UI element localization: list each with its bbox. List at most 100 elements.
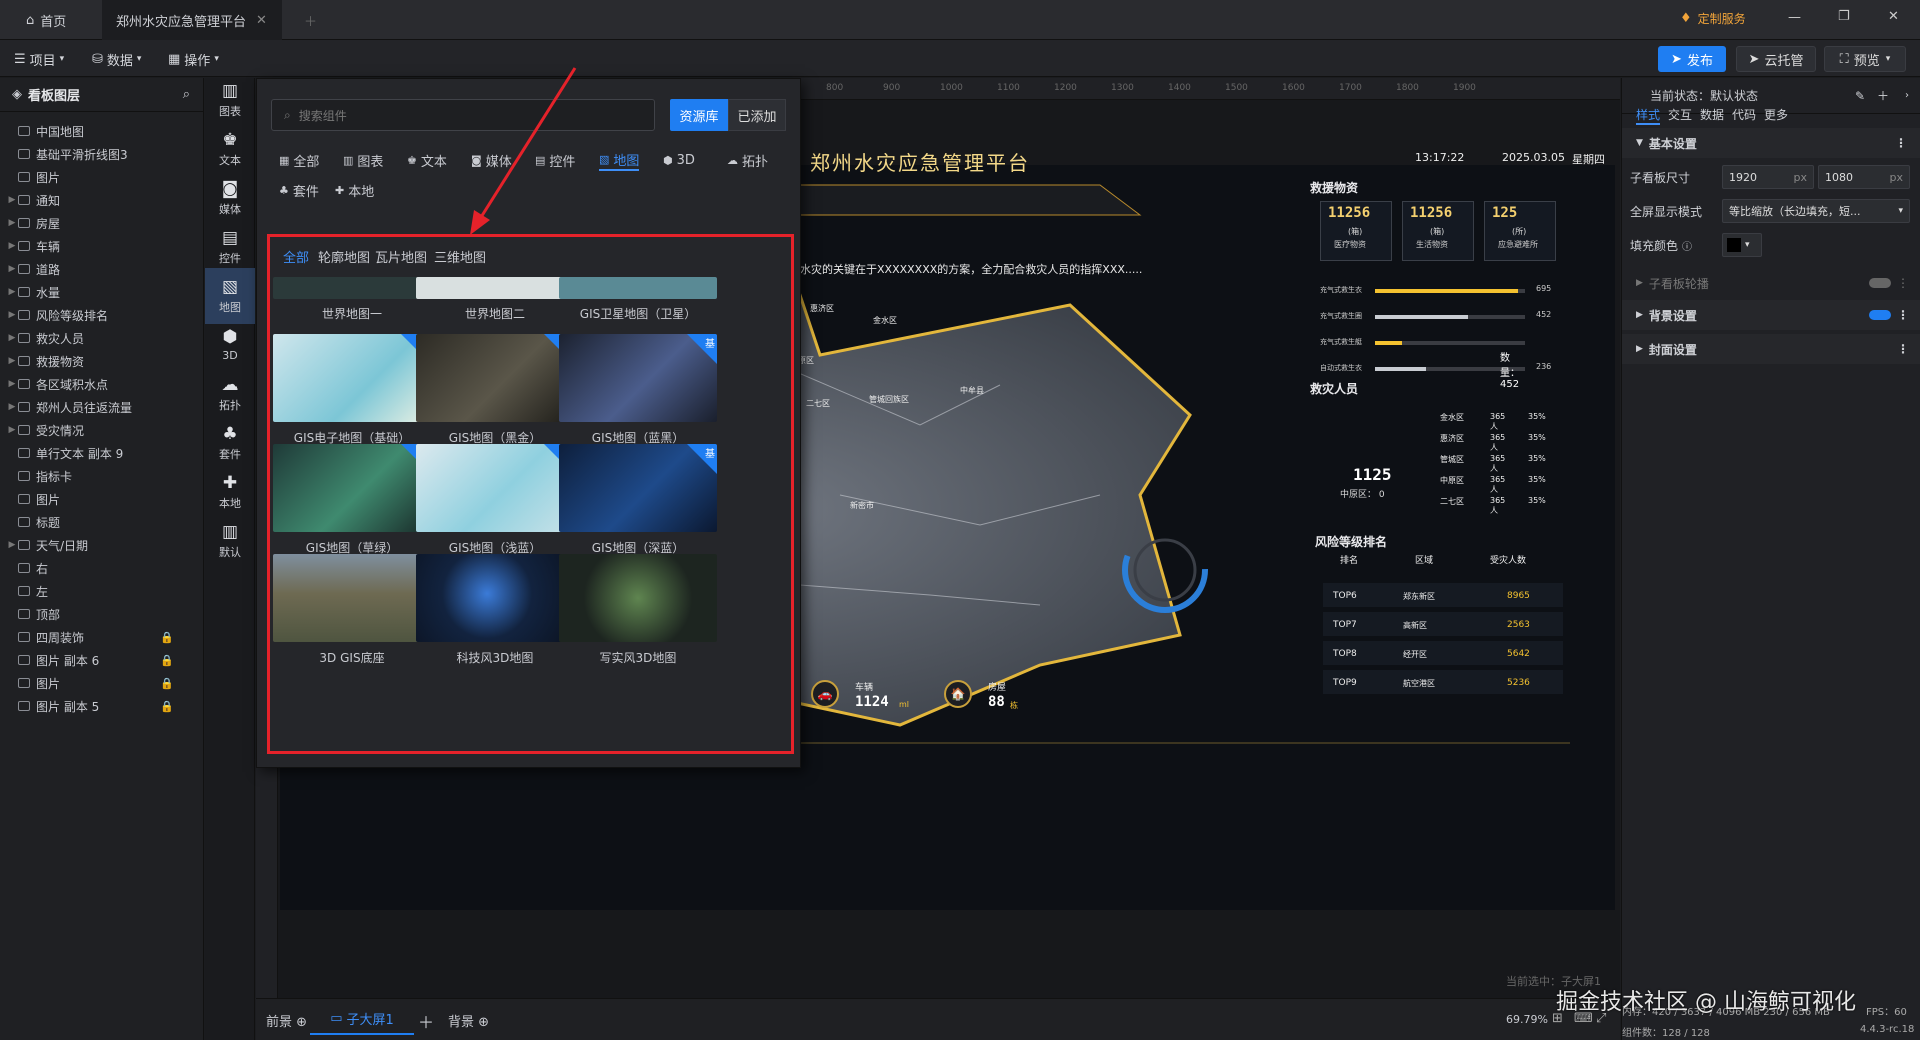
library-tab[interactable]: 资源库 bbox=[670, 99, 728, 131]
map-thumbnail-partial[interactable] bbox=[559, 277, 717, 299]
lock-icon[interactable]: 🔒 bbox=[160, 631, 174, 644]
property-tab[interactable]: 更多 bbox=[1764, 106, 1788, 123]
map-card-thumbnail[interactable]: 基 bbox=[559, 444, 717, 532]
category-tab[interactable]: ♚ 文本 bbox=[407, 149, 447, 171]
close-window-icon[interactable]: ✕ bbox=[1888, 9, 1899, 24]
minimize-icon[interactable]: — bbox=[1788, 10, 1801, 25]
map-card-thumbnail[interactable] bbox=[559, 554, 717, 642]
category-chart[interactable]: ▥ 图表 bbox=[205, 72, 255, 128]
map-card-thumbnail[interactable]: 基 bbox=[559, 334, 717, 422]
cloud-button[interactable]: ➤ 云托管 bbox=[1736, 46, 1816, 72]
category-tab[interactable]: ⬢ 3D bbox=[663, 149, 695, 171]
toggle-on[interactable] bbox=[1869, 310, 1891, 320]
project-menu[interactable]: ☰ 项目 ▾ bbox=[14, 48, 64, 70]
layer-label: 顶部 bbox=[36, 607, 61, 622]
edit-icon[interactable]: ✎ bbox=[1855, 89, 1865, 103]
map-card-thumbnail[interactable]: 基 bbox=[273, 444, 431, 532]
expand-caret-icon[interactable]: ▶ bbox=[6, 218, 18, 228]
property-tab[interactable]: 数据 bbox=[1700, 106, 1724, 123]
property-tab[interactable]: 代码 bbox=[1732, 106, 1756, 123]
category-default[interactable]: ▥ 默认 bbox=[205, 513, 255, 569]
expand-caret-icon[interactable]: ▶ bbox=[6, 310, 18, 320]
operate-menu[interactable]: ▦ 操作 ▾ bbox=[168, 48, 219, 70]
add-screen-button[interactable]: ＋ bbox=[418, 1009, 434, 1033]
map-subtab[interactable]: 全部 bbox=[283, 247, 309, 266]
sub-carousel-row[interactable]: ▶ 子看板轮播 ⋮ bbox=[1622, 268, 1920, 298]
category-tab[interactable]: ♣ 套件 bbox=[279, 179, 319, 201]
home-tab[interactable]: ⌂ 首页 bbox=[12, 0, 80, 40]
more-icon[interactable]: ⋮ bbox=[1897, 342, 1909, 356]
map-subtab[interactable]: 瓦片地图 bbox=[375, 247, 427, 266]
map-card-thumbnail[interactable]: 基 bbox=[416, 334, 574, 422]
map-thumbnail-partial[interactable] bbox=[416, 277, 574, 299]
category-tab[interactable]: ✚ 本地 bbox=[335, 179, 374, 201]
bg-settings-row[interactable]: ▶ 背景设置 ⋮ bbox=[1622, 300, 1920, 330]
fill-color-picker[interactable]: ▾ bbox=[1722, 233, 1762, 257]
category-puzzle[interactable]: ✚ 本地 bbox=[205, 464, 255, 520]
map-card-thumbnail[interactable]: 基 bbox=[416, 444, 574, 532]
publish-button[interactable]: ➤ 发布 bbox=[1658, 46, 1726, 72]
search-icon[interactable]: ⌕ bbox=[183, 87, 190, 102]
data-menu[interactable]: ⛁ 数据 ▾ bbox=[92, 48, 141, 70]
restore-icon[interactable]: ❐ bbox=[1838, 9, 1850, 24]
more-icon[interactable]: ⋮ bbox=[1897, 308, 1909, 322]
sub-screen-label: 子大屏1 bbox=[346, 1012, 394, 1028]
lock-icon[interactable]: 🔒 bbox=[160, 677, 174, 690]
lock-icon[interactable]: 🔒 bbox=[160, 700, 174, 713]
map-card-thumbnail[interactable]: 基 bbox=[273, 334, 431, 422]
map-subtab[interactable]: 轮廓地图 bbox=[318, 247, 370, 266]
expand-caret-icon[interactable]: ▶ bbox=[6, 287, 18, 297]
toggle-off[interactable] bbox=[1869, 278, 1891, 288]
category-tab[interactable]: ▧ 地图 bbox=[599, 149, 640, 171]
property-tab[interactable]: 交互 bbox=[1668, 106, 1692, 123]
property-tab[interactable]: 样式 bbox=[1636, 106, 1661, 125]
expand-caret-icon[interactable]: ▶ bbox=[6, 264, 18, 274]
lock-icon[interactable]: 🔒 bbox=[160, 654, 174, 667]
category-text[interactable]: ♚ 文本 bbox=[205, 121, 255, 177]
map-thumbnail-partial[interactable] bbox=[273, 277, 431, 299]
category-tab[interactable]: ▥ 图表 bbox=[343, 149, 383, 171]
category-topology[interactable]: ☁ 拓扑 bbox=[205, 366, 255, 422]
category-kit[interactable]: ♣ 套件 bbox=[205, 415, 255, 471]
expand-caret-icon[interactable]: ▶ bbox=[6, 333, 18, 343]
more-icon[interactable]: ⋮ bbox=[1897, 276, 1909, 290]
close-tab-icon[interactable]: ✕ bbox=[256, 13, 267, 28]
expand-caret-icon[interactable]: ▶ bbox=[6, 195, 18, 205]
preview-button[interactable]: ⛶ 预览 ▾ bbox=[1824, 46, 1906, 72]
expand-caret-icon[interactable]: ▶ bbox=[6, 356, 18, 366]
display-select[interactable]: 等比缩放（长边填充，短... ▾ bbox=[1722, 199, 1910, 223]
project-tab[interactable]: 郑州水灾应急管理平台 ✕ bbox=[102, 0, 282, 40]
cover-settings-row[interactable]: ▶ 封面设置 ⋮ bbox=[1622, 334, 1920, 364]
custom-service-link[interactable]: ♦ 定制服务 bbox=[1680, 10, 1746, 27]
category-cube[interactable]: ⬢ 3D bbox=[205, 317, 255, 373]
basic-settings-header[interactable]: ▼ 基本设置 ⋮ bbox=[1622, 128, 1920, 158]
layer-type-icon bbox=[18, 632, 30, 642]
expand-caret-icon[interactable]: ▶ bbox=[6, 241, 18, 251]
layer-item[interactable]: 图片 副本 5 🔒 bbox=[0, 693, 204, 719]
map-card-thumbnail[interactable] bbox=[416, 554, 574, 642]
category-media[interactable]: ◙ 媒体 bbox=[205, 170, 255, 226]
risk-area: 郑东新区 bbox=[1403, 592, 1435, 601]
category-map[interactable]: ▧ 地图 bbox=[205, 268, 255, 324]
height-input[interactable]: 1080 px bbox=[1818, 165, 1910, 189]
back-layer-tab[interactable]: 背景 ⊕ bbox=[448, 1011, 489, 1030]
more-icon[interactable]: ⋮ bbox=[1895, 136, 1907, 150]
expand-caret-icon[interactable]: ▶ bbox=[6, 540, 18, 550]
front-layer-tab[interactable]: 前景 ⊕ bbox=[266, 1011, 307, 1030]
menu-bar: ☰ 项目 ▾ ⛁ 数据 ▾ ▦ 操作 ▾ ➤ 发布 ➤ 云托管 ⛶ 预览 ▾ bbox=[0, 40, 1920, 77]
map-subtab[interactable]: 三维地图 bbox=[434, 247, 486, 266]
added-tab[interactable]: 已添加 bbox=[728, 99, 786, 131]
zoom-level[interactable]: 69.79% bbox=[1506, 1013, 1548, 1026]
expand-caret-icon[interactable]: ▶ bbox=[6, 379, 18, 389]
expand-caret-icon[interactable]: ▶ bbox=[6, 402, 18, 412]
expand-caret-icon[interactable]: ▶ bbox=[6, 425, 18, 435]
chevron-right-icon[interactable]: › bbox=[1905, 90, 1909, 101]
category-tab[interactable]: ▦ 全部 bbox=[279, 149, 319, 171]
new-tab-button[interactable]: ＋ bbox=[290, 0, 331, 40]
add-icon[interactable]: ＋ bbox=[1877, 87, 1889, 104]
map-card-thumbnail[interactable] bbox=[273, 554, 431, 642]
category-tab[interactable]: ☁ 拓扑 bbox=[727, 149, 768, 171]
sub-screen-tab[interactable]: ▭ 子大屏1 bbox=[310, 1003, 414, 1035]
category-control[interactable]: ▤ 控件 bbox=[205, 219, 255, 275]
width-input[interactable]: 1920 px bbox=[1722, 165, 1814, 189]
